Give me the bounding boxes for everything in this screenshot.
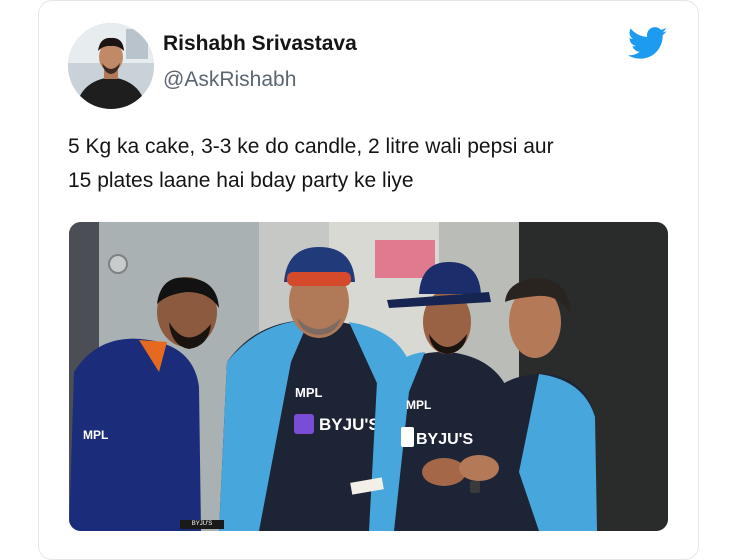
cricket-team-photo: MPL MPL BYJU'S MPL BYJU'S: [69, 222, 668, 531]
jersey-text-1: MPL: [83, 428, 108, 442]
tweet-text-line-1: 5 Kg ka cake, 3-3 ke do candle, 2 litre …: [68, 135, 554, 158]
tweet-text-line-2: 15 plates laane hai bday party ke liye: [68, 169, 414, 192]
sponsor-sign: BYJU'S: [180, 520, 224, 529]
jersey-text-3: BYJU'S: [319, 415, 380, 434]
jersey-text-2: MPL: [295, 385, 323, 400]
author-display-name[interactable]: Rishabh Srivastava: [163, 32, 357, 56]
jersey-text-5: BYJU'S: [416, 431, 473, 448]
tweet-text: 5 Kg ka cake, 3-3 ke do candle, 2 litre …: [68, 130, 678, 198]
author-handle[interactable]: @AskRishabh: [163, 68, 296, 92]
jersey-text-4: MPL: [406, 398, 431, 412]
avatar-photo: [68, 23, 154, 109]
author-avatar[interactable]: [68, 23, 154, 109]
twitter-bird-icon[interactable]: [627, 27, 668, 60]
tweet-media-photo[interactable]: MPL MPL BYJU'S MPL BYJU'S BYJU'S: [69, 222, 668, 531]
